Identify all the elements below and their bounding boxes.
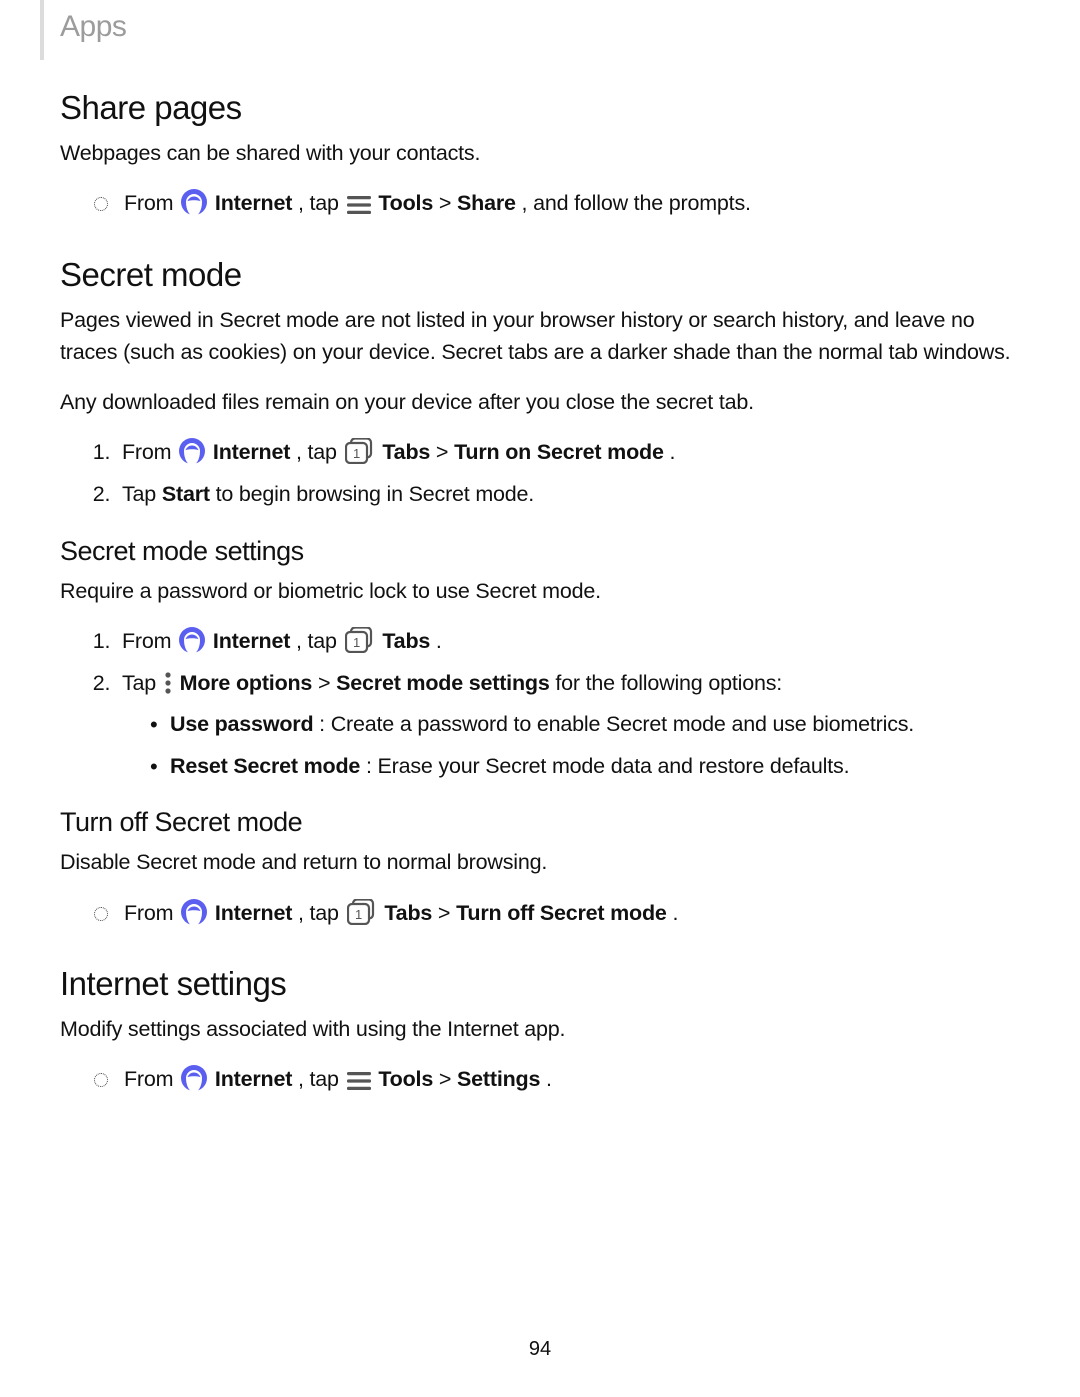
secret-mode-p2: Any downloaded files remain on your devi… [60, 386, 1020, 418]
text: > [318, 671, 336, 695]
text: Share [457, 191, 516, 215]
list-item: From Internet , tap Tools > Settings . [94, 1063, 1020, 1096]
heading-internet-settings: Internet settings [60, 965, 1020, 1003]
list-item: Tap Start to begin browsing in Secret mo… [116, 478, 1020, 511]
list-item: From Internet , tap Tools > Share , and … [94, 187, 1020, 220]
heading-turn-off-secret-mode: Turn off Secret mode [60, 807, 1020, 838]
text: . [669, 440, 675, 464]
secret-settings-steps: From Internet , tap 1 Tabs . Tap More op… [60, 625, 1020, 782]
text: > [438, 901, 456, 925]
text: From [124, 1067, 179, 1091]
heading-secret-mode-settings: Secret mode settings [60, 536, 1020, 567]
text: Tabs [384, 901, 432, 925]
internet-icon [181, 899, 207, 925]
text: Secret mode settings [336, 671, 549, 695]
secret-mode-p1: Pages viewed in Secret mode are not list… [60, 304, 1020, 369]
text: . [672, 901, 678, 925]
tabs-icon: 1 [345, 438, 375, 464]
svg-text:1: 1 [353, 635, 360, 650]
more-options-icon [164, 671, 172, 695]
list-item: Use password : Create a password to enab… [150, 708, 1020, 740]
internet-settings-steps: From Internet , tap Tools > Settings . [60, 1063, 1020, 1096]
internet-settings-intro: Modify settings associated with using th… [60, 1013, 1020, 1045]
svg-text:1: 1 [355, 907, 362, 922]
tabs-icon: 1 [347, 899, 377, 925]
text: : Erase your Secret mode data and restor… [366, 754, 849, 778]
text: > [439, 191, 457, 215]
secret-settings-intro: Require a password or biometric lock to … [60, 575, 1020, 607]
secret-mode-steps: From Internet , tap 1 Tabs > Turn on Sec… [60, 436, 1020, 511]
text: , and follow the prompts. [522, 191, 751, 215]
section-breadcrumb: Apps [60, 10, 1020, 44]
menu-icon [347, 195, 371, 215]
text: Tap [122, 671, 162, 695]
text: Turn off Secret mode [456, 901, 667, 925]
turn-off-intro: Disable Secret mode and return to normal… [60, 846, 1020, 878]
text: Internet [213, 440, 290, 464]
secret-settings-options: Use password : Create a password to enab… [122, 708, 1020, 783]
text: Tabs [382, 629, 430, 653]
internet-icon [181, 1065, 207, 1091]
document-page: Apps Share pages Webpages can be shared … [0, 0, 1080, 1397]
text: Internet [215, 191, 292, 215]
text: > [439, 1067, 457, 1091]
text: Internet [215, 901, 292, 925]
text: From [124, 191, 179, 215]
list-item: From Internet , tap 1 Tabs > Turn off Se… [94, 897, 1020, 930]
share-pages-steps: From Internet , tap Tools > Share , and … [60, 187, 1020, 220]
text: > [436, 440, 454, 464]
page-header: Apps [60, 0, 1020, 44]
heading-secret-mode: Secret mode [60, 256, 1020, 294]
heading-share-pages: Share pages [60, 89, 1020, 127]
text: Tap [122, 482, 162, 506]
text: Internet [213, 629, 290, 653]
text: Use password [170, 712, 313, 736]
text: From [122, 629, 177, 653]
list-item: From Internet , tap 1 Tabs . [116, 625, 1020, 658]
page-number: 94 [0, 1338, 1080, 1361]
header-rule [40, 0, 44, 60]
text: Reset Secret mode [170, 754, 360, 778]
text: for the following options: [555, 671, 782, 695]
text: Tools [378, 1067, 433, 1091]
internet-icon [179, 627, 205, 653]
text: Settings [457, 1067, 540, 1091]
turn-off-steps: From Internet , tap 1 Tabs > Turn off Se… [60, 897, 1020, 930]
svg-text:1: 1 [353, 446, 360, 461]
text: , tap [298, 1067, 345, 1091]
tabs-icon: 1 [345, 627, 375, 653]
text: Tabs [382, 440, 430, 464]
text: , tap [298, 901, 345, 925]
text: , tap [296, 440, 343, 464]
text: . [546, 1067, 552, 1091]
text: Internet [215, 1067, 292, 1091]
text: Start [162, 482, 210, 506]
text: to begin browsing in Secret mode. [216, 482, 534, 506]
text: : Create a password to enable Secret mod… [319, 712, 914, 736]
internet-icon [181, 189, 207, 215]
text: More options [180, 671, 313, 695]
menu-icon [347, 1071, 371, 1091]
list-item: From Internet , tap 1 Tabs > Turn on Sec… [116, 436, 1020, 469]
share-pages-intro: Webpages can be shared with your contact… [60, 137, 1020, 169]
text: From [124, 901, 179, 925]
text: Turn on Secret mode [454, 440, 664, 464]
text: , tap [298, 191, 345, 215]
internet-icon [179, 438, 205, 464]
text: Tools [378, 191, 433, 215]
text: From [122, 440, 177, 464]
list-item: Tap More options > Secret mode settings … [116, 667, 1020, 783]
text: , tap [296, 629, 343, 653]
list-item: Reset Secret mode : Erase your Secret mo… [150, 750, 1020, 782]
text: . [436, 629, 442, 653]
